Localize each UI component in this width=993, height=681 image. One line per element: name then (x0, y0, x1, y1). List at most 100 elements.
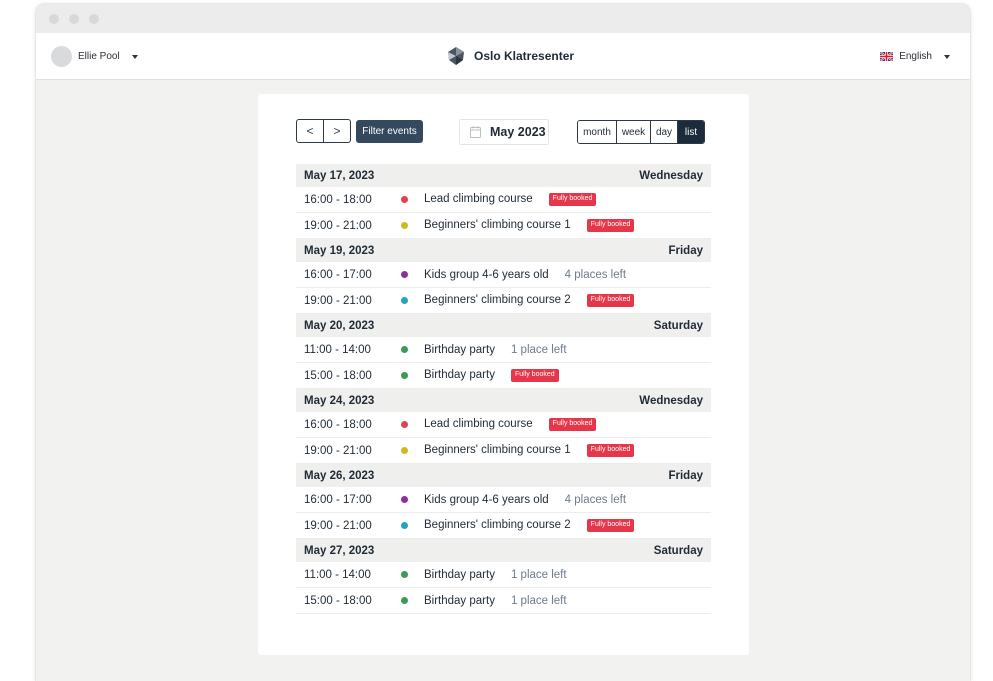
calendar-card: < > Filter events May 2023 month week da… (258, 94, 749, 655)
day-date[interactable]: May 19, 2023 (304, 245, 374, 257)
event-row[interactable]: 16:00 - 18:00 Lead climbing course Fully b… (296, 187, 711, 213)
event-title[interactable]: Beginners' climbing course 2 (424, 519, 571, 531)
day-date[interactable]: May 27, 2023 (304, 545, 374, 557)
event-row[interactable]: 19:00 - 21:00 Beginners' climbing course … (296, 513, 711, 539)
event-time: 16:00 - 18:00 (304, 193, 372, 206)
day-weekday[interactable]: Friday (668, 470, 703, 482)
event-title-group: Lead climbing course Fully booked (424, 418, 597, 431)
event-color-dot-icon (401, 571, 408, 578)
event-time: 16:00 - 17:00 (304, 493, 372, 506)
event-row[interactable]: 16:00 - 18:00 Lead climbing course Fully b… (296, 412, 711, 438)
event-title-group: Birthday party 1 place left (424, 569, 567, 581)
climbing-hold-logo-icon (448, 47, 464, 65)
day-date[interactable]: May 24, 2023 (304, 395, 374, 407)
event-title-group: Kids group 4-6 years old 4 places left (424, 269, 626, 281)
event-title[interactable]: Birthday party (424, 344, 495, 356)
chevron-down-icon (131, 54, 138, 59)
prev-next-group: < > (296, 119, 351, 143)
day-header: May 19, 2023 Friday (296, 239, 711, 262)
event-color-dot-icon (401, 222, 408, 229)
view-switcher: month week day list (577, 120, 705, 144)
day-header: May 27, 2023 Saturday (296, 539, 711, 562)
day-date[interactable]: May 17, 2023 (304, 170, 374, 182)
event-time: 15:00 - 18:00 (304, 594, 372, 607)
event-time: 11:00 - 14:00 (304, 568, 371, 581)
event-title[interactable]: Beginners' climbing course 1 (424, 444, 571, 456)
fully-booked-badge: Fully booked (510, 369, 559, 382)
user-menu[interactable]: Ellie Pool (51, 46, 138, 67)
calendar-icon (470, 126, 481, 138)
filter-events-button[interactable]: Filter events (356, 120, 423, 143)
fully-booked-badge: Fully booked (548, 193, 597, 206)
day-header: May 20, 2023 Saturday (296, 314, 711, 337)
fully-booked-badge: Fully booked (586, 444, 635, 457)
event-row[interactable]: 16:00 - 17:00 Kids group 4-6 years old 4 p… (296, 262, 711, 288)
window-maximize-dot[interactable] (89, 14, 99, 24)
event-color-dot-icon (401, 297, 408, 304)
day-weekday[interactable]: Wednesday (639, 395, 703, 407)
event-title-group: Beginners' climbing course 1 Fully booked (424, 219, 635, 232)
event-title[interactable]: Lead climbing course (424, 418, 533, 430)
event-row[interactable]: 19:00 - 21:00 Beginners' climbing course … (296, 438, 711, 464)
day-weekday[interactable]: Friday (668, 245, 703, 257)
event-title[interactable]: Kids group 4-6 years old (424, 269, 549, 281)
event-title-group: Lead climbing course Fully booked (424, 193, 597, 206)
event-time: 11:00 - 14:00 (304, 343, 371, 356)
event-list: May 17, 2023 Wednesday 16:00 - 18:00 Lead c… (296, 164, 711, 614)
event-row[interactable]: 19:00 - 21:00 Beginners' climbing course … (296, 288, 711, 314)
brand-name: Oslo Klatresenter (474, 49, 575, 63)
view-day-button[interactable]: day (650, 121, 677, 143)
day-header: May 26, 2023 Friday (296, 464, 711, 487)
event-title-group: Birthday party 1 place left (424, 595, 567, 607)
event-row[interactable]: 19:00 - 21:00 Beginners' climbing course … (296, 213, 711, 239)
event-time: 19:00 - 21:00 (304, 519, 372, 532)
event-row[interactable]: 15:00 - 18:00 Birthday party Fully booked (296, 363, 711, 389)
fully-booked-badge: Fully booked (586, 519, 635, 532)
window-titlebar (36, 4, 970, 33)
event-title[interactable]: Beginners' climbing course 2 (424, 294, 571, 306)
language-selector[interactable]: English (880, 51, 950, 62)
event-title[interactable]: Kids group 4-6 years old (424, 494, 549, 506)
event-color-dot-icon (401, 372, 408, 379)
event-row[interactable]: 11:00 - 14:00 Birthday party 1 place left (296, 562, 711, 588)
view-week-button[interactable]: week (616, 121, 650, 143)
event-row[interactable]: 15:00 - 18:00 Birthday party 1 place left (296, 588, 711, 614)
day-date[interactable]: May 26, 2023 (304, 470, 374, 482)
places-left-label: 1 place left (510, 594, 567, 607)
event-row[interactable]: 11:00 - 14:00 Birthday party 1 place left (296, 337, 711, 363)
next-button[interactable]: > (323, 120, 350, 142)
places-left-label: 4 places left (564, 268, 627, 281)
day-weekday[interactable]: Saturday (654, 320, 703, 332)
event-title[interactable]: Lead climbing course (424, 193, 533, 205)
prev-button[interactable]: < (297, 120, 323, 142)
event-time: 16:00 - 18:00 (304, 418, 372, 431)
top-navigation-bar: Ellie Pool Oslo Klatresenter English (36, 33, 970, 80)
view-month-button[interactable]: month (578, 121, 616, 143)
day-header: May 24, 2023 Wednesday (296, 389, 711, 412)
event-title[interactable]: Birthday party (424, 369, 495, 381)
event-title[interactable]: Birthday party (424, 595, 495, 607)
current-month: May 2023 (490, 125, 546, 139)
day-header: May 17, 2023 Wednesday (296, 164, 711, 187)
day-weekday[interactable]: Wednesday (639, 170, 703, 182)
event-title[interactable]: Birthday party (424, 569, 495, 581)
day-date[interactable]: May 20, 2023 (304, 320, 374, 332)
event-row[interactable]: 16:00 - 17:00 Kids group 4-6 years old 4 p… (296, 487, 711, 513)
language-label: English (899, 51, 932, 62)
avatar (51, 46, 72, 67)
window-close-dot[interactable] (49, 14, 59, 24)
day-weekday[interactable]: Saturday (654, 545, 703, 557)
event-title-group: Kids group 4-6 years old 4 places left (424, 494, 626, 506)
event-title[interactable]: Beginners' climbing course 1 (424, 219, 571, 231)
fully-booked-badge: Fully booked (586, 294, 635, 307)
window-minimize-dot[interactable] (69, 14, 79, 24)
event-time: 19:00 - 21:00 (304, 219, 372, 232)
event-color-dot-icon (401, 196, 408, 203)
user-name: Ellie Pool (78, 51, 120, 62)
event-color-dot-icon (401, 346, 408, 353)
view-list-button[interactable]: list (677, 121, 704, 143)
event-color-dot-icon (401, 447, 408, 454)
brand[interactable]: Oslo Klatresenter (446, 46, 574, 66)
event-color-dot-icon (401, 496, 408, 503)
month-picker[interactable]: May 2023 (459, 119, 549, 145)
